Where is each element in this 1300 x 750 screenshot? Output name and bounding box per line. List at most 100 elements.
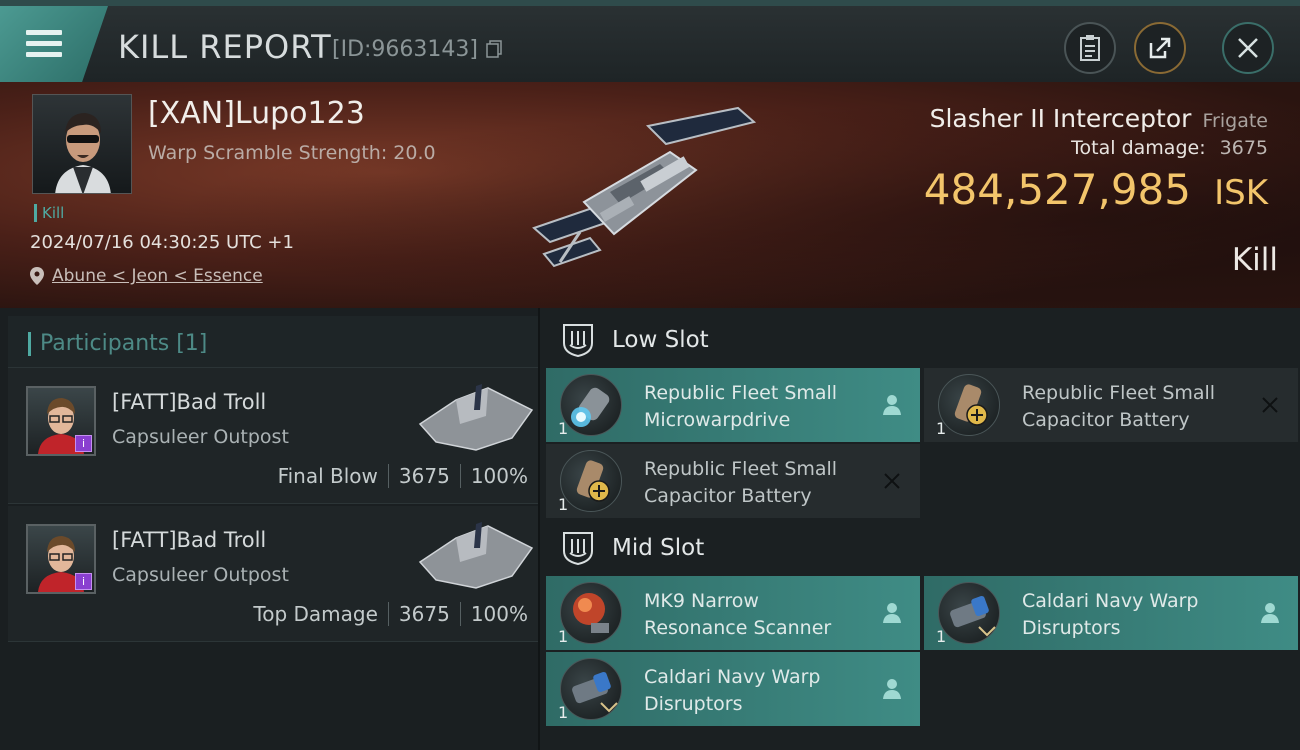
module-item[interactable]: 1 Republic Fleet Small Capacitor Battery — [546, 444, 920, 518]
menu-icon — [26, 30, 62, 58]
warp-disruptor-icon — [938, 582, 1000, 644]
warp-strength: Warp Scramble Strength: 20.0 — [148, 142, 436, 164]
module-quantity: 1 — [936, 419, 947, 438]
damage-value: 3675 — [1219, 137, 1268, 159]
menu-button[interactable] — [0, 6, 108, 82]
module-quantity: 1 — [558, 703, 569, 722]
victim-banner: [XAN]Lupo123 Warp Scramble Strength: 20.… — [0, 82, 1300, 308]
damage-label: Total damage: — [1071, 137, 1206, 159]
participant-ship-icon — [418, 522, 534, 589]
participant-avatar[interactable]: i — [26, 386, 96, 456]
module-name: Republic Fleet Small Microwarpdrive — [644, 380, 864, 434]
location-pin-icon — [30, 267, 44, 285]
destroyed-x-icon — [884, 473, 900, 489]
participant-corp: Capsuleer Outpost — [112, 564, 289, 586]
module-name-line2: Disruptors — [644, 693, 743, 715]
resonance-scanner-icon — [560, 582, 622, 644]
participant-damage: 3675 — [398, 602, 450, 626]
module-name: Republic Fleet Small Capacitor Battery — [1022, 380, 1242, 434]
victim-portrait-icon — [55, 113, 111, 193]
victim-name[interactable]: [XAN]Lupo123 — [148, 96, 365, 131]
module-name-line2: Microwarpdrive — [644, 409, 791, 431]
participant-avatar[interactable]: i — [26, 524, 96, 594]
module-item[interactable]: 1 Republic Fleet Small Microwarpdrive — [546, 368, 920, 442]
module-quantity: 1 — [936, 627, 947, 646]
kill-datetime: 2024/07/16 04:30:25 UTC +1 — [30, 232, 294, 253]
corp-badge-icon: i — [75, 573, 92, 590]
participant-name[interactable]: [FATT]Bad Troll — [112, 390, 266, 414]
warp-disruptor-icon — [560, 658, 622, 720]
participant-card[interactable]: i [FATT]Bad Troll Capsuleer Outpost Fina… — [8, 368, 538, 504]
participant-ship-icon — [418, 384, 534, 451]
destroyed-x-icon — [1262, 397, 1278, 413]
module-name-line1: Republic Fleet Small — [644, 382, 838, 404]
fitted-person-icon — [883, 395, 901, 415]
corp-badge-icon: i — [75, 435, 92, 452]
participant-percent: 100% — [470, 602, 528, 626]
capacitor-battery-icon — [938, 374, 1000, 436]
capacitor-battery-icon — [560, 450, 622, 512]
microwarpdrive-icon — [560, 374, 622, 436]
participant-card[interactable]: i [FATT]Bad Troll Capsuleer Outpost Top … — [8, 506, 538, 642]
low-slot-label: Low Slot — [612, 327, 709, 353]
participant-damage: 3675 — [398, 464, 450, 488]
participant-stats: Top Damage 3675 100% — [253, 602, 528, 626]
module-item[interactable]: 1 Caldari Navy Warp Disruptors — [924, 576, 1298, 650]
location-link[interactable]: Abune < Jeon < Essence — [52, 266, 263, 286]
participant-percent: 100% — [470, 464, 528, 488]
module-name-line1: Republic Fleet Small — [644, 458, 838, 480]
participant-corp: Capsuleer Outpost — [112, 426, 289, 448]
mid-slot-header: Mid Slot — [548, 520, 1300, 576]
fitted-person-icon — [1261, 603, 1279, 623]
fitting-panel: Low Slot 1 Republic Fleet Small Microwar… — [540, 308, 1300, 750]
module-quantity: 1 — [558, 419, 569, 438]
fitted-person-icon — [883, 679, 901, 699]
ship-class: Frigate — [1202, 110, 1268, 132]
module-name: Caldari Navy Warp Disruptors — [1022, 588, 1242, 642]
module-name-line1: Caldari Navy Warp — [644, 666, 821, 688]
low-slot-header: Low Slot — [548, 312, 1300, 368]
participants-label: Participants [1] — [40, 331, 208, 356]
module-name-line1: Caldari Navy Warp — [1022, 590, 1199, 612]
clipboard-button[interactable] — [1064, 22, 1116, 74]
module-name-line2: Capacitor Battery — [1022, 409, 1190, 431]
top-bar: KILL REPORT [ID:9663143] — [0, 0, 1300, 82]
share-icon — [1149, 37, 1171, 59]
victim-avatar[interactable] — [32, 94, 132, 194]
mid-slot-label: Mid Slot — [612, 535, 705, 561]
victim-ship-icon[interactable] — [520, 92, 770, 282]
module-quantity: 1 — [558, 627, 569, 646]
module-name: Republic Fleet Small Capacitor Battery — [644, 456, 864, 510]
participant-stats: Final Blow 3675 100% — [278, 464, 528, 488]
isk-value: 484,527,985 — [923, 165, 1191, 214]
module-name: Caldari Navy Warp Disruptors — [644, 664, 864, 718]
share-button[interactable] — [1134, 22, 1186, 74]
module-name-line1: MK9 Narrow — [644, 590, 759, 612]
close-button[interactable] — [1222, 22, 1274, 74]
ship-name[interactable]: Slasher II Interceptor — [930, 104, 1192, 133]
copy-icon[interactable] — [486, 40, 502, 58]
module-item[interactable]: 1 Republic Fleet Small Capacitor Battery — [924, 368, 1298, 442]
participant-role: Final Blow — [277, 464, 378, 488]
module-name-line2: Capacitor Battery — [644, 485, 812, 507]
kill-location[interactable]: Abune < Jeon < Essence — [30, 266, 263, 286]
result-label: Kill — [1231, 242, 1278, 278]
fitted-person-icon — [883, 603, 901, 623]
module-name: MK9 Narrow Resonance Scanner — [644, 588, 864, 642]
ship-info: Slasher II Interceptor Frigate Total dam… — [924, 104, 1268, 214]
kill-tag: Kill — [34, 204, 64, 222]
report-id: [ID:9663143] — [332, 37, 478, 62]
page-title: KILL REPORT — [118, 28, 332, 66]
module-item[interactable]: 1 MK9 Narrow Resonance Scanner — [546, 576, 920, 650]
close-icon — [1238, 38, 1258, 58]
participant-role: Top Damage — [253, 602, 378, 626]
module-name-line2: Resonance Scanner — [644, 617, 832, 639]
module-item[interactable]: 1 Caldari Navy Warp Disruptors — [546, 652, 920, 726]
clipboard-icon — [1080, 35, 1100, 61]
mid-slot-icon — [563, 532, 593, 565]
low-slot-icon — [563, 324, 593, 357]
participant-name[interactable]: [FATT]Bad Troll — [112, 528, 266, 552]
module-quantity: 1 — [558, 495, 569, 514]
module-name-line2: Disruptors — [1022, 617, 1121, 639]
module-name-line1: Republic Fleet Small — [1022, 382, 1216, 404]
